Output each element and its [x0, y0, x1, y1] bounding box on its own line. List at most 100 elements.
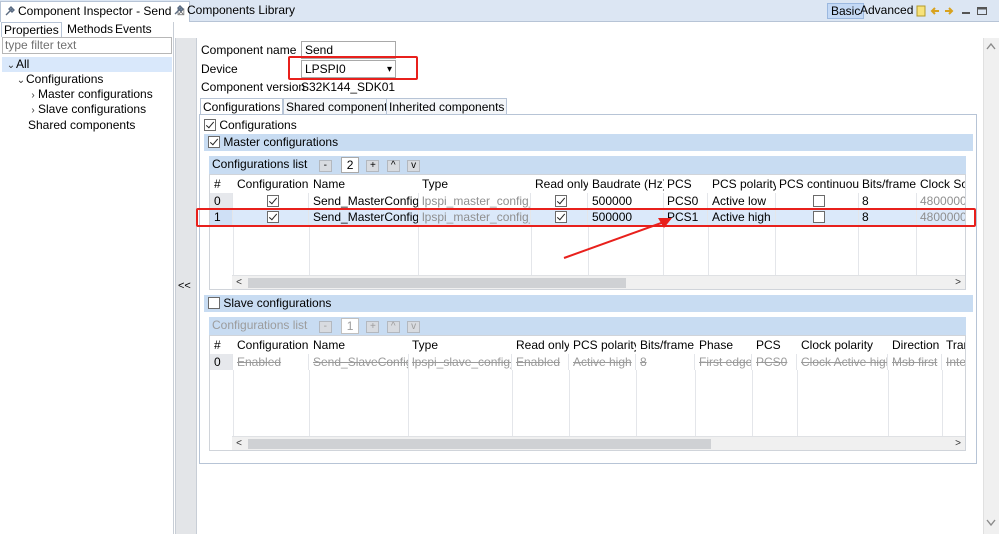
master-configurations-checkbox[interactable]	[208, 136, 220, 148]
name-cell[interactable]: Send_MasterConfig0	[309, 193, 419, 209]
pcs-continuous-checkbox[interactable]	[812, 195, 825, 207]
slave-configurations-checkbox[interactable]	[208, 297, 220, 309]
scroll-left-icon[interactable]: <	[232, 276, 246, 289]
tab-events[interactable]: Events	[113, 22, 154, 37]
column-header-bits-frame[interactable]: Bits/frame	[858, 176, 918, 192]
column-header-clock-source[interactable]: Clock Sou	[916, 176, 965, 192]
move-down-button[interactable]: v	[407, 160, 421, 172]
configurations-toggle[interactable]: Configurations	[204, 117, 297, 133]
read-only-cell[interactable]	[531, 193, 588, 209]
tab-components-library[interactable]: Components Library	[170, 1, 299, 22]
maximize-icon[interactable]	[976, 5, 988, 17]
tree-item-all[interactable]: ⌄All	[6, 57, 30, 73]
scroll-thumb[interactable]	[248, 439, 711, 449]
table-row[interactable]: 0 Send_MasterConfig0 lpspi_master_config…	[210, 193, 965, 209]
advanced-mode-button[interactable]: Advanced	[860, 3, 913, 19]
direction-cell[interactable]: Msb first	[888, 354, 942, 370]
pcs-polarity-cell[interactable]: Active high	[569, 354, 636, 370]
pcs-cell[interactable]: PCS0	[663, 193, 708, 209]
tab-inherited-components[interactable]: Inherited components	[386, 98, 508, 115]
bits-frame-cell[interactable]: 8	[858, 193, 917, 209]
pcs-polarity-cell[interactable]: Active low	[708, 193, 776, 209]
add-config-button[interactable]: +	[366, 160, 380, 172]
table-row[interactable]: 0 Enabled Send_SlaveConfig0 lpspi_slave_…	[210, 354, 965, 370]
name-cell[interactable]: Send_SlaveConfig0	[309, 354, 409, 370]
move-up-button[interactable]: ^	[386, 160, 400, 172]
chevron-right-icon[interactable]: ›	[28, 103, 38, 118]
add-config-button[interactable]: +	[366, 321, 380, 333]
column-header-direction[interactable]: Direction	[888, 337, 942, 353]
tree-item-master-configurations[interactable]: › Master configurations	[28, 87, 152, 103]
column-header-clock-polarity[interactable]: Clock polarity	[797, 337, 888, 353]
collapse-panel-button[interactable]: <<	[178, 280, 191, 292]
column-header-pcs-polarity[interactable]: PCS polarity	[569, 337, 636, 353]
filter-input[interactable]: type filter text	[2, 37, 172, 54]
slave-horizontal-scrollbar[interactable]: < >	[232, 436, 965, 450]
minimize-icon[interactable]	[960, 5, 972, 17]
configuration-cell[interactable]	[233, 193, 309, 209]
scroll-right-icon[interactable]: >	[951, 437, 965, 450]
clock-source-cell[interactable]: 48000000	[916, 193, 965, 209]
column-header-configuration[interactable]: Configuration	[233, 337, 309, 353]
bits-frame-cell[interactable]: 8	[636, 354, 695, 370]
column-header-phase[interactable]: Phase	[695, 337, 752, 353]
tab-properties[interactable]: Properties	[1, 22, 62, 37]
master-horizontal-scrollbar[interactable]: < >	[232, 275, 965, 289]
column-header-pcs-continuous[interactable]: PCS continuous	[775, 176, 859, 192]
tab-shared-components[interactable]: Shared components	[283, 98, 397, 115]
scroll-left-icon[interactable]: <	[232, 437, 246, 450]
column-header-name[interactable]: Name	[309, 176, 419, 192]
move-up-button[interactable]: ^	[386, 321, 400, 333]
column-header-read-only[interactable]: Read only	[512, 337, 569, 353]
move-down-button[interactable]: v	[407, 321, 421, 333]
back-arrow-icon[interactable]	[929, 5, 941, 17]
column-header-index[interactable]: #	[210, 337, 232, 353]
column-header-name[interactable]: Name	[309, 337, 409, 353]
remove-config-button[interactable]: -	[318, 321, 332, 333]
slave-configurations-header[interactable]: Slave configurations	[204, 295, 973, 312]
basic-mode-button[interactable]: Basic	[827, 3, 865, 19]
column-header-pcs-polarity[interactable]: PCS polarity	[708, 176, 776, 192]
column-header-transfer[interactable]: Tran	[942, 337, 965, 353]
column-header-read-only[interactable]: Read only	[531, 176, 588, 192]
tab-configurations[interactable]: Configurations	[200, 98, 284, 115]
configurations-checkbox[interactable]	[204, 119, 216, 131]
new-icon[interactable]	[915, 5, 927, 17]
remove-config-button[interactable]: -	[318, 160, 332, 172]
column-header-type[interactable]: Type	[418, 176, 530, 192]
chevron-right-icon[interactable]: ›	[28, 88, 38, 103]
tab-methods[interactable]: Methods	[65, 22, 115, 37]
column-header-bits-frame[interactable]: Bits/frame	[636, 337, 695, 353]
clock-polarity-cell[interactable]: Clock Active high	[797, 354, 888, 370]
phase-cell[interactable]: First edge	[695, 354, 752, 370]
column-header-pcs[interactable]: PCS	[663, 176, 708, 192]
tree-item-shared-components[interactable]: Shared components	[28, 118, 135, 133]
tab-component-inspector[interactable]: Component Inspector - Send ⊠	[0, 1, 191, 22]
scroll-thumb[interactable]	[248, 278, 626, 288]
configuration-cell[interactable]: Enabled	[233, 354, 309, 370]
read-only-checkbox[interactable]	[555, 195, 567, 207]
scroll-right-icon[interactable]: >	[951, 276, 965, 289]
pcs-cell[interactable]: PCS0	[752, 354, 797, 370]
vertical-scrollbar[interactable]	[983, 38, 999, 534]
pcs-continuous-cell[interactable]	[775, 193, 859, 209]
read-only-cell[interactable]: Enabled	[512, 354, 569, 370]
column-header-pcs[interactable]: PCS	[752, 337, 797, 353]
master-count-field[interactable]: 2	[341, 157, 360, 173]
column-header-configuration[interactable]: Configuration	[233, 176, 309, 192]
scroll-up-icon[interactable]	[986, 42, 996, 53]
configuration-checkbox[interactable]	[266, 195, 279, 207]
tree-item-configurations[interactable]: ⌄Configurations	[16, 72, 104, 88]
column-header-index[interactable]: #	[210, 176, 232, 192]
column-header-baudrate[interactable]: Baudrate (Hz)	[588, 176, 664, 192]
chevron-down-icon[interactable]: ⌄	[16, 73, 26, 88]
transfer-cell[interactable]: Inter	[942, 354, 965, 370]
slave-count-field[interactable]: 1	[341, 318, 360, 334]
baudrate-cell[interactable]: 500000	[588, 193, 664, 209]
scroll-down-icon[interactable]	[986, 516, 996, 530]
column-header-type[interactable]: Type	[408, 337, 512, 353]
chevron-down-icon[interactable]: ⌄	[6, 58, 16, 73]
forward-arrow-icon[interactable]	[943, 5, 955, 17]
master-configurations-header[interactable]: Master configurations	[204, 134, 973, 151]
tree-item-slave-configurations[interactable]: › Slave configurations	[28, 102, 146, 117]
